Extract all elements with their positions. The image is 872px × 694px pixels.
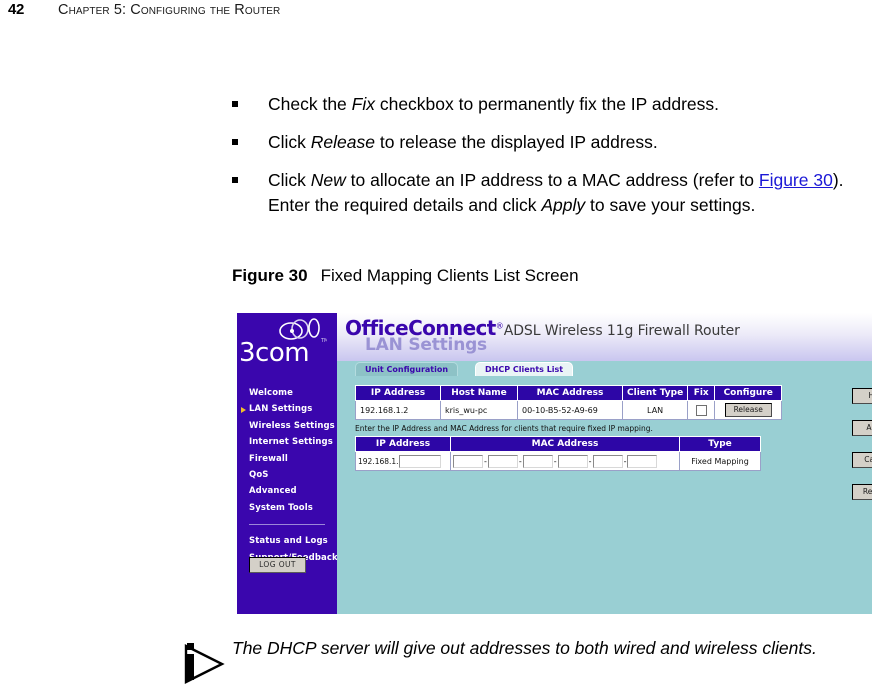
sidebar-item-wireless-settings[interactable]: Wireless Settings: [237, 418, 337, 434]
ip-suffix-input[interactable]: [398, 454, 441, 468]
tab-unit-configuration[interactable]: Unit Configuration: [355, 362, 459, 377]
sidebar-item-firewall[interactable]: Firewall: [237, 451, 337, 467]
cell-mac-address: 00-10-B5-52-A9-69: [517, 400, 623, 420]
emphasized-term: Release: [310, 132, 375, 152]
action-button-column: Help Apply Cancel Refresh: [852, 388, 872, 516]
cell-client-type: LAN: [621, 400, 689, 420]
instruction-bullet-list: Check the Fix checkbox to permanently fi…: [232, 92, 872, 231]
help-button[interactable]: Help: [852, 388, 872, 404]
router-sidebar: TM 3com Welcome LAN Settings Wireless Se…: [237, 313, 338, 614]
cell-host-name: kris_wu-pc: [440, 400, 518, 420]
text-run: to save your settings.: [585, 195, 756, 215]
fixed-mapping-table: IP Address MAC Address Type 192.168.1. -…: [355, 436, 761, 471]
tab-dhcp-clients-list[interactable]: DHCP Clients List: [475, 362, 574, 377]
sidebar-item-internet-settings[interactable]: Internet Settings: [237, 434, 337, 450]
figure-caption: Figure 30 Fixed Mapping Clients List Scre…: [232, 266, 579, 286]
svg-text:TM: TM: [320, 338, 327, 344]
refresh-button[interactable]: Refresh: [852, 484, 872, 500]
dhcp-clients-table: IP Address Host Name MAC Address Client …: [355, 385, 783, 420]
list-item: Click New to allocate an IP address to a…: [232, 168, 872, 218]
column-header-type: Type: [679, 436, 761, 452]
cell-configure: Release: [714, 400, 783, 420]
column-header-client-type: Client Type: [621, 385, 689, 401]
product-model: ADSL Wireless 11g Firewall Router: [503, 323, 740, 339]
mac-octet-3-input[interactable]: [522, 454, 553, 468]
sidebar-item-system-tools[interactable]: System Tools: [237, 500, 337, 516]
router-banner: OfficeConnect®ADSL Wireless 11g Firewall…: [337, 313, 872, 361]
router-ui-screenshot: TM 3com Welcome LAN Settings Wireless Se…: [237, 313, 872, 614]
cell-fix: [687, 400, 716, 420]
column-header-host-name: Host Name: [440, 385, 518, 401]
table-header-row: IP Address Host Name MAC Address Client …: [355, 385, 783, 401]
chapter-title: Chapter 5: Configuring the Router: [58, 2, 281, 18]
mac-octet-6-input[interactable]: [627, 454, 658, 468]
cell-type-value: Fixed Mapping: [679, 451, 761, 471]
apply-button[interactable]: Apply: [852, 420, 872, 436]
column-header-configure: Configure: [714, 385, 783, 401]
mac-octet-5-input[interactable]: [592, 454, 623, 468]
figure-label: Figure 30: [232, 266, 308, 285]
tab-bar: Unit Configuration DHCP Clients List: [337, 361, 872, 377]
bullet-text: Check the Fix checkbox to permanently fi…: [268, 92, 719, 117]
registered-mark-icon: ®: [495, 321, 504, 331]
column-header-mac-address: MAC Address: [517, 385, 623, 401]
list-item: Check the Fix checkbox to permanently fi…: [232, 92, 872, 117]
router-nav-list: Welcome LAN Settings Wireless Settings I…: [237, 385, 338, 566]
log-out-button[interactable]: LOG OUT: [249, 557, 306, 573]
column-header-ip-address: IP Address: [355, 385, 441, 401]
text-run: to allocate an IP address to a MAC addre…: [345, 170, 759, 190]
page-number: 42: [8, 1, 25, 18]
table-row: 192.168.1. ----- Fixed Mapping: [355, 451, 761, 471]
bullet-text: Click Release to release the displayed I…: [268, 130, 658, 155]
text-run: Check the: [268, 94, 352, 114]
page-title: LAN Settings: [365, 335, 487, 355]
mac-octet-1-input[interactable]: [453, 454, 483, 468]
bullet-square-icon: [232, 177, 242, 183]
info-arrow-icon: [184, 643, 225, 684]
bullet-square-icon: [232, 101, 242, 107]
cell-mac-entry: -----: [450, 451, 680, 471]
figure-cross-reference-link[interactable]: Figure 30: [759, 170, 833, 190]
table-row: 192.168.1.2 kris_wu-pc 00-10-B5-52-A9-69…: [355, 400, 783, 420]
cancel-button[interactable]: Cancel: [852, 452, 872, 468]
sidebar-item-welcome[interactable]: Welcome: [237, 385, 337, 401]
ip-prefix-label: 192.168.1.: [358, 456, 399, 466]
text-run: checkbox to permanently fix the IP addre…: [374, 94, 720, 114]
release-button[interactable]: Release: [724, 403, 772, 417]
cell-ip-address: 192.168.1.2: [355, 400, 441, 420]
fix-checkbox[interactable]: [695, 404, 707, 416]
bullet-text: Click New to allocate an IP address to a…: [268, 168, 868, 218]
3com-wordmark: 3com: [239, 338, 310, 368]
fixed-mapping-hint: Enter the IP Address and MAC Address for…: [355, 424, 653, 433]
table-header-row: IP Address MAC Address Type: [355, 436, 761, 452]
mac-octet-4-input[interactable]: [557, 454, 588, 468]
document-header: 42 Chapter 5: Configuring the Router: [0, 0, 872, 30]
column-header-mac-address: MAC Address: [450, 436, 680, 452]
bullet-square-icon: [232, 139, 242, 145]
sidebar-item-qos[interactable]: QoS: [237, 467, 337, 483]
router-content-panel: IP Address Host Name MAC Address Client …: [337, 376, 872, 614]
column-header-fix: Fix: [687, 385, 716, 401]
sidebar-item-status-and-logs[interactable]: Status and Logs: [237, 533, 337, 549]
info-note-text: The DHCP server will give out addresses …: [232, 638, 817, 658]
text-run: Click: [268, 132, 311, 152]
text-run: Click: [268, 170, 311, 190]
sidebar-item-advanced[interactable]: Advanced: [237, 483, 337, 499]
emphasized-term: Apply: [541, 195, 586, 215]
emphasized-term: New: [310, 170, 346, 190]
emphasized-term: Fix: [351, 94, 375, 114]
mac-octet-2-input[interactable]: [487, 454, 518, 468]
sidebar-item-lan-settings[interactable]: LAN Settings: [237, 401, 337, 417]
column-header-ip-address: IP Address: [355, 436, 451, 452]
sidebar-divider: [249, 524, 325, 526]
list-item: Click Release to release the displayed I…: [232, 130, 872, 155]
text-run: to release the displayed IP address.: [375, 132, 658, 152]
cell-ip-entry: 192.168.1.: [355, 451, 451, 471]
figure-caption-text: Fixed Mapping Clients List Screen: [320, 266, 579, 285]
